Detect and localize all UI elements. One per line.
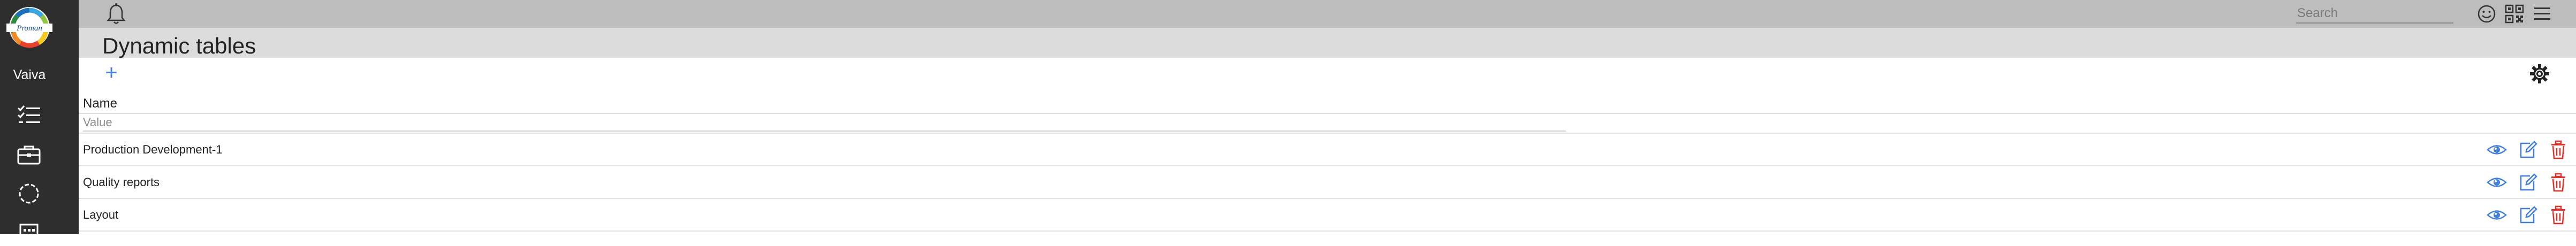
add-button[interactable]: + — [102, 62, 121, 83]
smiley-icon[interactable] — [2475, 2, 2498, 26]
calendar-icon[interactable] — [15, 218, 43, 246]
top-bar — [79, 0, 2576, 28]
proman-logo[interactable]: Proman — [6, 4, 52, 50]
bell-icon[interactable] — [104, 2, 128, 26]
briefcase-icon[interactable] — [15, 141, 43, 168]
qr-code-icon[interactable] — [2503, 2, 2526, 26]
trash-icon[interactable] — [2548, 204, 2569, 226]
search-input[interactable] — [2296, 4, 2453, 24]
table-row[interactable]: Production Development-1 — [79, 134, 2576, 166]
header-divider — [79, 113, 2576, 114]
logo-text: Proman — [16, 24, 42, 33]
edit-icon[interactable] — [2517, 139, 2539, 160]
table-row[interactable]: Layout — [79, 199, 2576, 232]
menu-icon[interactable] — [2530, 2, 2554, 26]
eye-icon[interactable] — [2486, 204, 2507, 226]
edit-icon[interactable] — [2517, 172, 2539, 193]
eye-icon[interactable] — [2486, 172, 2507, 193]
eye-icon[interactable] — [2486, 139, 2507, 160]
trash-icon[interactable] — [2548, 139, 2569, 160]
sidebar: Proman Vaiva — [0, 0, 79, 242]
edit-icon[interactable] — [2517, 204, 2539, 226]
page-title: Dynamic tables — [102, 33, 256, 58]
column-header-name[interactable]: Name — [83, 96, 117, 111]
row-name[interactable]: Layout — [83, 208, 118, 222]
title-band: Dynamic tables — [79, 28, 2576, 58]
loader-circle-icon[interactable] — [15, 180, 43, 207]
name-filter-input[interactable] — [83, 114, 1566, 132]
table-row[interactable]: Quality reports — [79, 166, 2576, 199]
sidebar-user-label[interactable]: Vaiva — [0, 67, 59, 83]
gear-icon[interactable] — [2529, 63, 2550, 84]
row-name[interactable]: Quality reports — [83, 175, 160, 189]
trash-icon[interactable] — [2548, 172, 2569, 193]
row-name[interactable]: Production Development-1 — [83, 143, 222, 157]
tasks-icon[interactable] — [15, 102, 43, 129]
